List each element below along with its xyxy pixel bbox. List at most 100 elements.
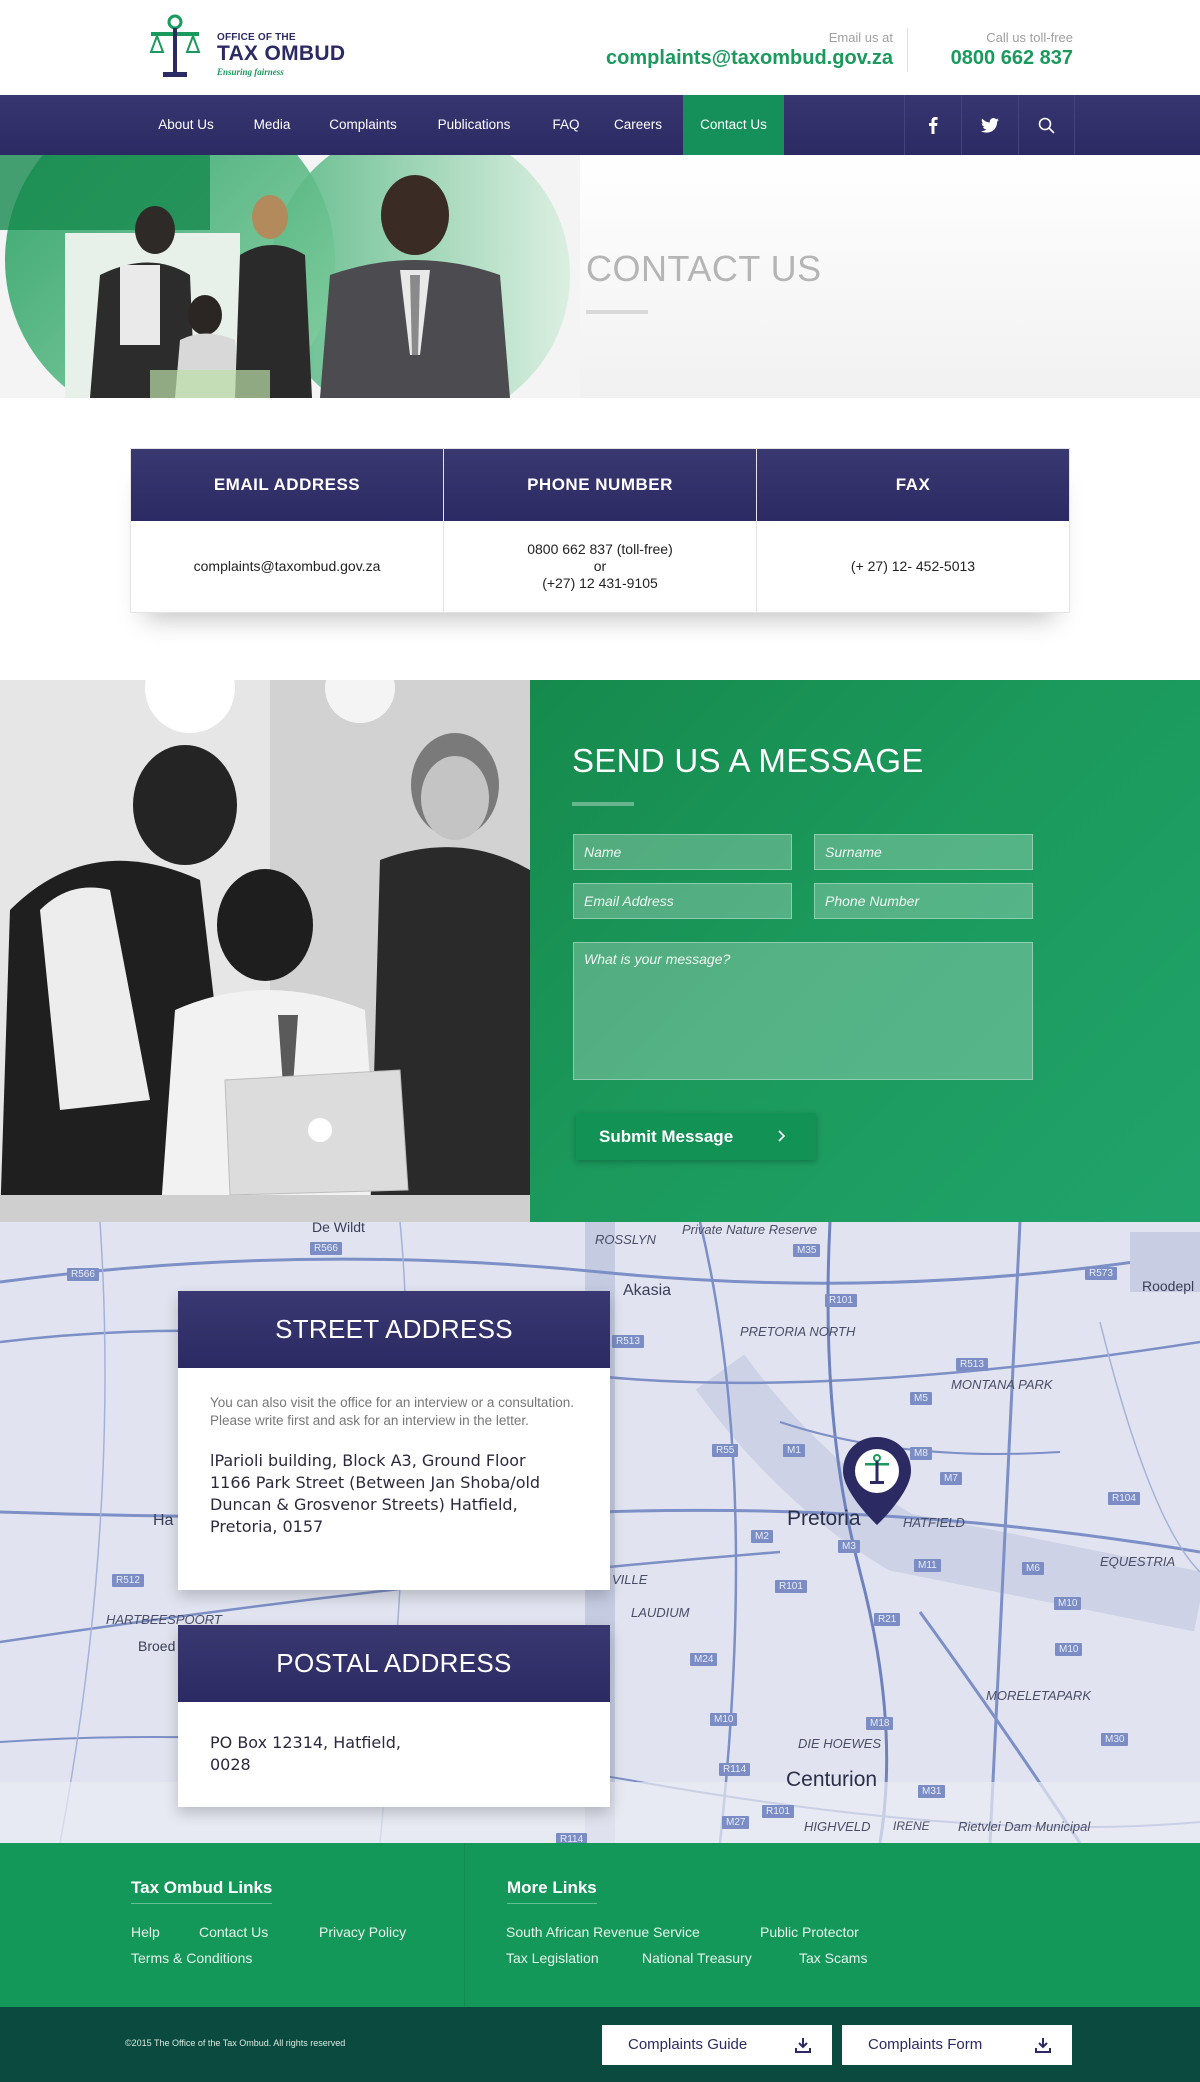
footer-link-contact-us[interactable]: Contact Us	[199, 1924, 268, 1940]
toll-free-number[interactable]: 0800 662 837 (toll-free)	[527, 541, 673, 558]
map-label: Broed	[138, 1638, 176, 1654]
message-textarea[interactable]	[573, 942, 1033, 1080]
site-header: OFFICE OF THE TAX OMBUD Ensuring fairnes…	[0, 0, 1200, 95]
road-badge: M18	[866, 1717, 894, 1730]
road-badge: R101	[825, 1294, 857, 1307]
email-column: EMAIL ADDRESS complaints@taxombud.gov.za	[131, 449, 444, 612]
facebook-button[interactable]	[904, 95, 961, 155]
phone-input[interactable]	[814, 883, 1033, 919]
street-address-card: STREET ADDRESS You can also visit the of…	[178, 1291, 610, 1590]
form-title: SEND US A MESSAGE	[572, 742, 924, 779]
header-email-block: Email us at complaints@taxombud.gov.za	[606, 30, 893, 70]
email-column-heading: EMAIL ADDRESS	[131, 449, 443, 521]
postal-address-line: PO Box 12314, Hatfield,	[210, 1733, 401, 1752]
phone-column-body: 0800 662 837 (toll-free) or (+27) 12 431…	[444, 521, 756, 612]
twitter-button[interactable]	[961, 95, 1018, 155]
street-address-note: You can also visit the office for an int…	[210, 1395, 574, 1428]
footer-link-privacy-policy[interactable]: Privacy Policy	[319, 1924, 406, 1940]
email-address-value[interactable]: complaints@taxombud.gov.za	[194, 558, 381, 575]
road-badge: R101	[762, 1805, 794, 1818]
footer-heading-more-links: More Links	[507, 1878, 597, 1904]
email-column-body: complaints@taxombud.gov.za	[131, 521, 443, 612]
postal-address-lines: PO Box 12314, Hatfield, 0028	[178, 1702, 610, 1776]
street-address-line: Pretoria, 0157	[210, 1517, 324, 1536]
map-label: LAUDIUM	[631, 1605, 690, 1620]
nav-careers[interactable]: Careers	[600, 95, 676, 155]
office-number[interactable]: (+27) 12 431-9105	[527, 575, 673, 592]
bottom-bar: ©2015 The Office of the Tax Ombud. All r…	[0, 2007, 1200, 2082]
phone-column: PHONE NUMBER 0800 662 837 (toll-free) or…	[444, 449, 757, 612]
postal-address-card: POSTAL ADDRESS PO Box 12314, Hatfield, 0…	[178, 1625, 610, 1807]
road-badge: M2	[751, 1530, 773, 1543]
submit-message-button[interactable]: Submit Message	[576, 1113, 816, 1160]
hero-people-image	[0, 155, 580, 398]
chevron-right-icon	[778, 1130, 786, 1142]
footer-heading-tax-ombud-links: Tax Ombud Links	[131, 1878, 273, 1904]
road-badge: R104	[1108, 1492, 1140, 1505]
road-badge: M35	[793, 1244, 821, 1257]
title-underline	[586, 310, 648, 314]
footer-divider	[464, 1843, 465, 2007]
nav-publications[interactable]: Publications	[424, 95, 524, 155]
map-label: ROSSLYN	[595, 1232, 656, 1247]
footer-link-sars[interactable]: South African Revenue Service	[506, 1924, 700, 1940]
complaints-guide-label: Complaints Guide	[628, 2036, 748, 2053]
location-pin-icon[interactable]	[841, 1435, 913, 1527]
site-footer: Tax Ombud Links Help Contact Us Privacy …	[0, 1843, 1200, 2007]
footer-link-help[interactable]: Help	[131, 1924, 160, 1940]
surname-input[interactable]	[814, 834, 1033, 870]
road-badge: M30	[1101, 1733, 1129, 1746]
road-badge: M5	[910, 1392, 932, 1405]
phone-link[interactable]: 0800 662 837	[951, 47, 1073, 70]
office-team-illustration	[0, 680, 530, 1222]
road-badge: M1	[783, 1444, 805, 1457]
nav-media[interactable]: Media	[238, 95, 306, 155]
logo-tagline: Ensuring fairness	[217, 67, 284, 77]
fax-column-body: (+ 27) 12- 452-5013	[757, 521, 1069, 612]
header-divider	[907, 28, 908, 72]
footer-link-national-treasury[interactable]: National Treasury	[642, 1950, 752, 1966]
footer-link-tax-scams[interactable]: Tax Scams	[799, 1950, 867, 1966]
main-navigation: About Us Media Complaints Publications F…	[0, 95, 1200, 155]
map-label: Roodepl	[1142, 1278, 1195, 1294]
download-icon	[795, 2038, 811, 2053]
map-label: Akasia	[623, 1282, 672, 1299]
nav-faq[interactable]: FAQ	[538, 95, 594, 155]
footer-link-terms[interactable]: Terms & Conditions	[131, 1950, 252, 1966]
contact-details-table: EMAIL ADDRESS complaints@taxombud.gov.za…	[130, 448, 1070, 613]
road-badge: M10	[1055, 1643, 1083, 1656]
postal-address-line: 0028	[210, 1755, 251, 1774]
road-badge: M6	[1022, 1562, 1044, 1575]
footer-link-public-protector[interactable]: Public Protector	[760, 1924, 859, 1940]
road-badge: M27	[722, 1816, 750, 1829]
nav-contact-us[interactable]: Contact Us	[683, 95, 784, 155]
nav-complaints[interactable]: Complaints	[316, 95, 410, 155]
road-badge: R513	[956, 1358, 988, 1371]
road-badge: M3	[838, 1540, 860, 1553]
email-link[interactable]: complaints@taxombud.gov.za	[606, 47, 893, 70]
search-icon	[1038, 117, 1055, 134]
footer-link-tax-legislation[interactable]: Tax Legislation	[506, 1950, 599, 1966]
complaints-form-button[interactable]: Complaints Form	[842, 2025, 1072, 2065]
tax-ombud-logo[interactable]: OFFICE OF THE TAX OMBUD Ensuring fairnes…	[147, 14, 347, 80]
header-phone-block: Call us toll-free 0800 662 837	[951, 30, 1073, 70]
complaints-guide-button[interactable]: Complaints Guide	[602, 2025, 832, 2065]
email-label: Email us at	[828, 30, 893, 45]
street-address-line: Duncan & Grosvenor Streets) Hatfield,	[210, 1495, 518, 1514]
download-icon	[1035, 2038, 1051, 2053]
road-badge: R573	[1085, 1267, 1117, 1280]
map-label: Centurion	[786, 1768, 878, 1791]
copyright-text: ©2015 The Office of the Tax Ombud. All r…	[125, 2038, 346, 2048]
name-input[interactable]	[573, 834, 792, 870]
road-badge: M24	[690, 1653, 718, 1666]
map-label: HIGHVELD	[804, 1819, 871, 1834]
search-button[interactable]	[1018, 95, 1075, 155]
road-badge: R21	[874, 1613, 901, 1626]
nav-about-us[interactable]: About Us	[146, 95, 226, 155]
road-badge: M8	[910, 1447, 932, 1460]
street-address-line: 1166 Park Street (Between Jan Shoba/old	[210, 1473, 541, 1492]
road-badge: M7	[940, 1472, 962, 1485]
road-badge: R114	[556, 1833, 588, 1843]
email-input[interactable]	[573, 883, 792, 919]
phone-label: Call us toll-free	[986, 30, 1073, 45]
